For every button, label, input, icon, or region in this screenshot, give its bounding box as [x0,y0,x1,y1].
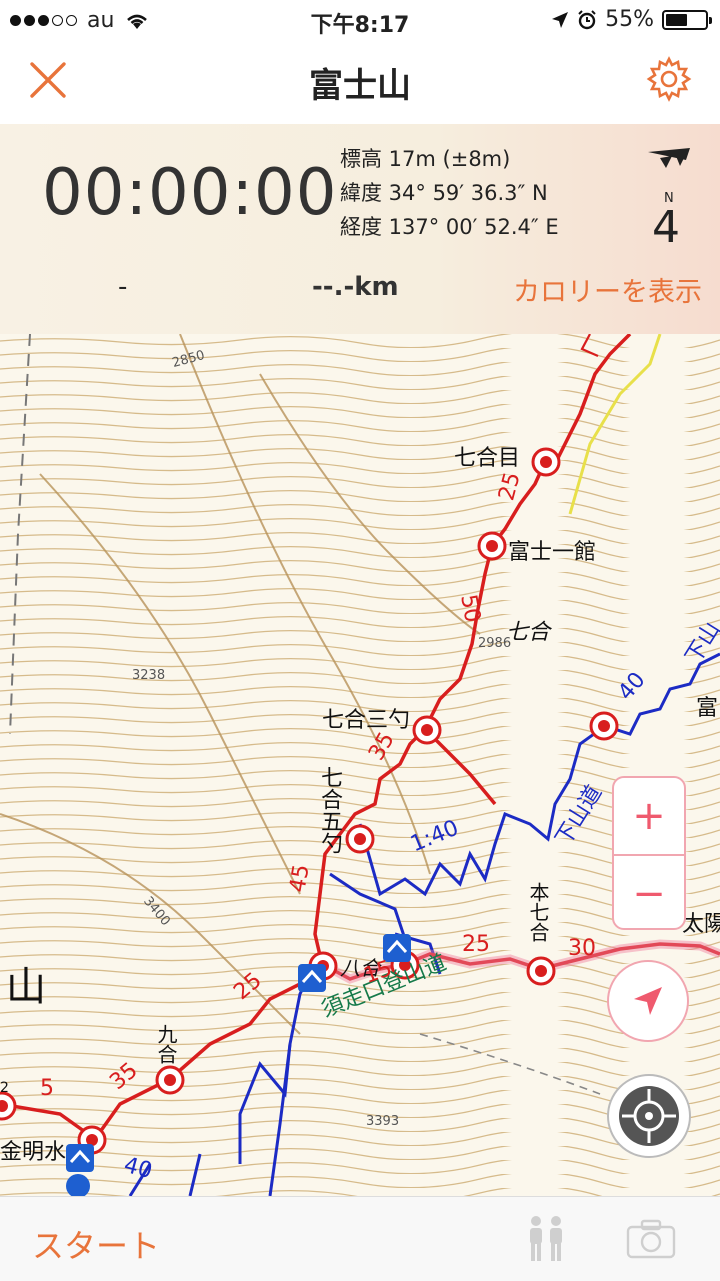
route-time-30: 30 [568,936,596,961]
navigation-arrow-icon [634,987,662,1015]
zoom-out-button[interactable]: − [614,856,684,928]
bottom-toolbar: スタート [0,1196,720,1281]
nav-bar: 富士山 [0,40,720,124]
route-time-5: 5 [40,1076,54,1101]
topo-map[interactable]: 七合目 富士一館 七合 七合三勺 七合五勺 本七合 九合 八合 須走口登山道 下… [0,334,720,1196]
crosshair-icon [619,1086,679,1146]
hikers-icon[interactable] [524,1215,568,1263]
elev-2986: 2986 [478,636,512,651]
start-button[interactable]: スタート [32,1221,160,1267]
gear-icon[interactable] [646,56,692,102]
current-location-button[interactable] [607,960,689,1042]
map-label-fuji-ichikan: 富士一館 [508,540,597,565]
distance-value: --.-km [312,272,399,302]
map-label-kyugo: 九合 [154,1024,178,1064]
page-title: 富士山 [309,66,411,106]
map-canvas [0,334,720,1196]
latitude-text: 緯度 34° 59′ 36.3″ N [340,181,548,205]
camera-icon[interactable] [626,1219,676,1259]
compass-digit: 4 [652,202,680,242]
battery-icon [662,9,712,30]
longitude-text: 経度 137° 00′ 52.4″ E [340,215,559,239]
elapsed-timer: 00:00:00 [42,156,338,230]
pace-placeholder: - [118,272,128,302]
show-calories-link[interactable]: カロリーを表示 [513,270,702,309]
map-label-nanago-sanshaku: 七合三勺 [322,708,411,733]
route-time-25c: 25 [462,932,490,957]
elev-3238: 3238 [132,668,166,683]
route-time-50: 50 [455,592,485,625]
map-label-fuji-right: 富 [696,696,719,721]
status-right: 55% [551,7,712,32]
location-arrow-icon [552,11,569,28]
compass-icon: N 4 [648,148,690,242]
alarm-icon [578,9,596,29]
status-bar: au 下午8:17 55% [0,0,720,40]
map-label-yama: 山 [6,964,46,1010]
map-label-taiyo: 太陽 [682,912,720,937]
route-time-45: 45 [285,862,315,895]
zoom-control: + − [612,776,686,930]
map-label-nanago-goshaku: 七合五勺 [317,766,342,854]
position-readout: 標高 17m (±8m) 緯度 34° 59′ 36.3″ N 経度 137° … [340,142,559,244]
map-label-nanagome: 七合目 [454,446,521,471]
gps-tracking-button[interactable] [607,1074,691,1158]
route-time-2: 2 [0,1080,9,1096]
battery-percent: 55% [605,7,654,32]
altitude-text: 標高 17m (±8m) [340,147,511,171]
map-label-nanago: 七合 [506,620,551,645]
map-label-honnanago: 本七合 [526,882,550,942]
tracking-info-panel: 00:00:00 標高 17m (±8m) 緯度 34° 59′ 36.3″ N… [0,124,720,334]
elev-3393: 3393 [366,1114,400,1129]
map-label-kinmeisui: 金明水 [0,1140,67,1165]
zoom-in-button[interactable]: + [614,778,684,854]
